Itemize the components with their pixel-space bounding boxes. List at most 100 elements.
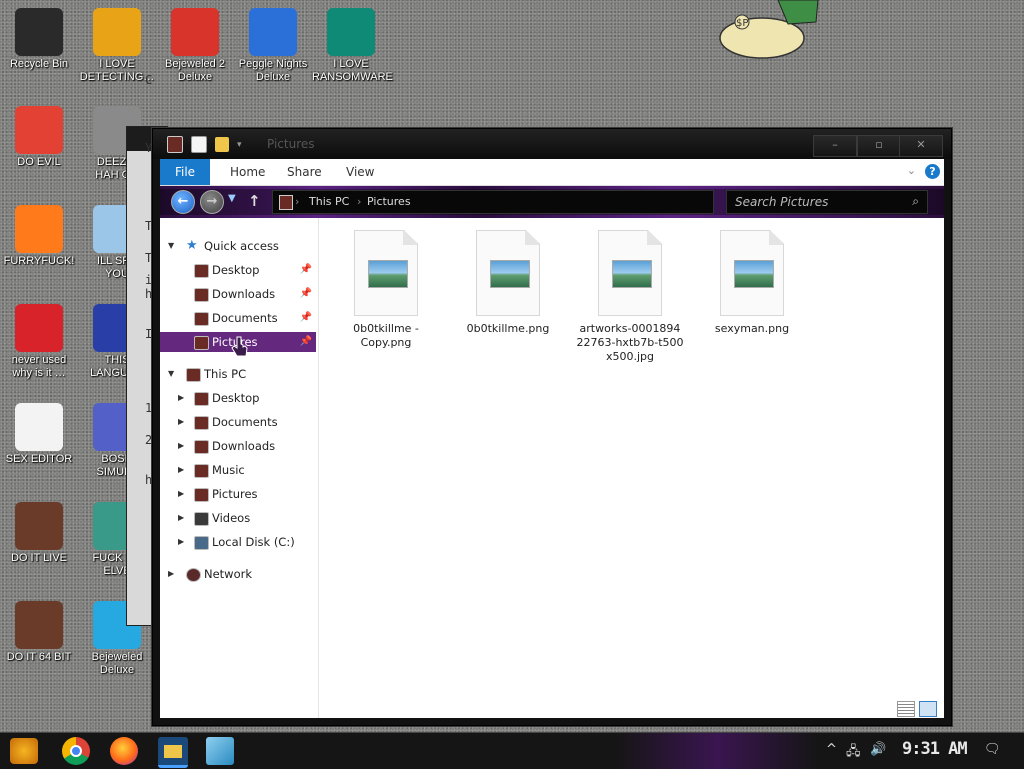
sidebar-item-pc-videos[interactable]: ▶ Videos [160,508,316,528]
new-folder-icon[interactable] [215,137,229,152]
help-icon[interactable]: ? [925,164,940,179]
search-input[interactable]: Search Pictures ⌕ [726,190,928,214]
expand-arrow-icon[interactable]: ▶ [168,564,174,584]
recycle-bin-icon [15,8,63,56]
file-item[interactable]: sexyman.png [693,230,811,336]
tab-file[interactable]: File [160,159,210,185]
sidebar-item-pc-pictures[interactable]: ▶ Pictures [160,484,316,504]
sidebar-item-documents[interactable]: Documents 📌 [160,308,316,328]
breadcrumb-separator-icon[interactable]: › [295,195,299,208]
tab-share[interactable]: Share [287,159,322,185]
file-item[interactable]: 0b0tkillme.png [449,230,567,336]
expand-arrow-icon[interactable]: ▶ [178,460,184,480]
breadcrumb-this-pc[interactable]: This PC [309,195,349,208]
notifications-icon[interactable]: 🗨 [984,742,1001,757]
window-title: Pictures [267,137,315,151]
pin-icon[interactable]: 📌 [300,284,312,304]
desktop-shortcut[interactable]: FURRYFUCK! [0,205,78,268]
desktop-shortcut[interactable]: Recycle Bin [0,8,78,71]
back-button[interactable]: ← [171,190,195,214]
quick-access-item[interactable]: ▼ ★ Quick access [160,236,316,256]
sidebar-item-pc-downloads[interactable]: ▶ Downloads [160,436,316,456]
pin-icon[interactable]: 📌 [300,332,312,352]
volume-icon[interactable]: 🔊 [870,742,886,757]
sidebar-item-label: Desktop [212,263,260,277]
tab-home[interactable]: Home [230,159,265,185]
file-explorer-window[interactable]: ▾ Pictures – ▫ ✕ File Home Share View ⌄ … [152,128,952,726]
customize-qat-icon[interactable]: ▾ [237,140,242,150]
file-name: artworks-0001894 22763-hxtb7b-t500 x500.… [576,322,684,363]
expand-arrow-icon[interactable]: ▶ [178,412,184,432]
expand-arrow-icon[interactable]: ▶ [178,436,184,456]
pin-icon[interactable]: 📌 [300,308,312,328]
desktop-shortcut[interactable]: Bejeweled 2 Deluxe [156,8,234,84]
expand-ribbon-icon[interactable]: ⌄ [907,164,916,177]
taskbar: ^ 🖧 🔊 9:31 AM 🗨 [0,732,1024,769]
sidebar-item-local-disk[interactable]: ▶ Local Disk (C:) [160,532,316,552]
music-folder-icon [194,464,209,478]
file-explorer-icon[interactable] [158,737,188,768]
firefox-icon[interactable] [110,737,138,765]
expand-arrow-icon[interactable]: ▶ [178,484,184,504]
minimize-button[interactable]: – [813,135,857,157]
desktop-shortcut[interactable]: I LOVE RANSOMWARE [312,8,393,84]
portrait-icon [15,502,63,550]
breadcrumb-pictures[interactable]: Pictures [367,195,411,208]
peggle-nights-icon [249,8,297,56]
sidebar-item-label: Documents [212,415,278,429]
sidebar-item-desktop[interactable]: Desktop 📌 [160,260,316,280]
large-icons-view-icon[interactable] [919,701,937,717]
notepad-icon[interactable] [206,737,234,765]
address-bar[interactable]: › This PC › Pictures [272,190,714,214]
breadcrumb-separator-icon[interactable]: › [357,195,361,208]
network-label: Network [204,567,253,581]
title-bar[interactable]: ▾ Pictures – ▫ ✕ [153,129,951,159]
details-view-icon[interactable] [897,701,915,717]
desktop-shortcut[interactable]: DO EVIL [0,106,78,169]
sidebar-item-label: Videos [212,511,251,525]
network-icon[interactable]: 🖧 [846,742,861,764]
forward-button[interactable]: → [200,190,224,214]
desktop-shortcut-label: FURRYFUCK! [3,255,75,267]
up-button[interactable]: ↑ [248,192,261,210]
desktop-shortcut[interactable]: DO IT 64 BIT [0,601,78,664]
sidebar-item-label: Local Disk (C:) [212,535,295,549]
publisher-icon [327,8,375,56]
maximize-button[interactable]: ▫ [857,135,901,157]
sidebar-item-pc-music[interactable]: ▶ Music [160,460,316,480]
sidebar-item-pc-desktop[interactable]: ▶ Desktop [160,388,316,408]
desktop-shortcut[interactable]: Peggle Nights Deluxe [234,8,312,84]
disk-drive-icon [194,536,209,550]
search-icon[interactable]: ⌕ [912,194,919,209]
network-item[interactable]: ▶ Network [160,564,316,584]
portrait-64-icon [15,601,63,649]
navigation-pane[interactable]: ▼ ★ Quick access Desktop 📌 Downloads 📌 D… [160,218,319,718]
sidebar-item-label: Desktop [212,391,260,405]
this-pc-item[interactable]: ▼ This PC [160,364,316,384]
recent-locations-icon[interactable]: ▼ [228,193,236,204]
desktop-shortcut[interactable]: SEX EDITOR [0,403,78,466]
collapse-arrow-icon[interactable]: ▼ [168,364,174,384]
clock[interactable]: 9:31 AM [902,739,968,759]
pin-icon[interactable]: 📌 [300,260,312,280]
chrome-icon[interactable] [62,737,90,765]
sidebar-item-pc-documents[interactable]: ▶ Documents [160,412,316,432]
file-list[interactable]: 0b0tkillme - Copy.png 0b0tkillme.png art… [319,218,944,698]
collapse-arrow-icon[interactable]: ▼ [168,236,174,256]
videos-folder-icon [194,512,209,526]
file-item[interactable]: 0b0tkillme - Copy.png [327,230,445,350]
desktop-shortcut[interactable]: DO IT LIVE [0,502,78,565]
expand-arrow-icon[interactable]: ▶ [178,508,184,528]
folder-app-icon [167,136,183,153]
start-icon[interactable] [10,738,38,764]
properties-icon[interactable] [191,136,207,153]
sidebar-item-downloads[interactable]: Downloads 📌 [160,284,316,304]
tab-view[interactable]: View [346,159,374,185]
file-name: sexyman.png [714,322,790,335]
desktop-shortcut[interactable]: never used why is it … [0,304,78,380]
expand-arrow-icon[interactable]: ▶ [178,388,184,408]
expand-arrow-icon[interactable]: ▶ [178,532,184,552]
close-button[interactable]: ✕ [899,135,943,157]
show-hidden-icons-icon[interactable]: ^ [826,742,837,757]
file-item[interactable]: artworks-0001894 22763-hxtb7b-t500 x500.… [571,230,689,364]
